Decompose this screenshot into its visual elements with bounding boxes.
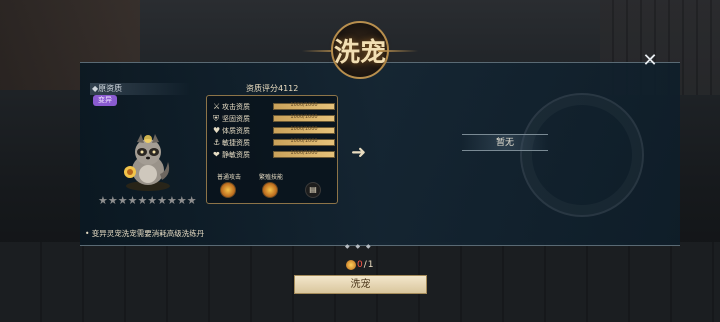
attribute-label: 敏捷资质: [222, 138, 250, 147]
attribute-row: ♥ 体质资质 1000/1000: [213, 125, 335, 136]
breeding-skill-label: 繁殖技能: [259, 174, 284, 181]
wash-pet-button[interactable]: 洗宠: [294, 275, 427, 294]
attribute-value: 1000/1000: [290, 126, 318, 132]
sword-icon: ⚔: [213, 101, 221, 111]
wash-pill-icon: [346, 260, 356, 270]
attribute-label: 静敏资质: [222, 150, 250, 159]
variant-badge: 变异: [93, 95, 117, 106]
hint-text: • 变异灵宠洗宠需要消耗高级洗练丹: [85, 229, 205, 238]
breeding-skill-icon[interactable]: [262, 182, 278, 198]
attribute-label: 坚固资质: [222, 114, 250, 123]
star-rating: ★★★★★★★★★★: [98, 194, 197, 207]
attribute-value: 1000/1000: [290, 150, 318, 156]
attribute-value: 1000/1000: [290, 114, 318, 120]
attribute-label: 体质资质: [222, 126, 250, 135]
cost-total: 1: [367, 260, 374, 270]
anchor-icon: ⚓: [213, 137, 221, 147]
shield-icon: ⛨: [213, 113, 219, 123]
aptitude-score: 资质评分4112: [246, 84, 299, 93]
attribute-label: 攻击资质: [222, 102, 250, 111]
attribute-box: ⚔ 攻击资质 1000/1000 ⛨ 坚固资质 1000/1000 ♥ 体质资质…: [206, 95, 338, 204]
attribute-value: 1000/1000: [290, 138, 318, 144]
heart-icon: ♥: [213, 125, 221, 135]
normal-attack-label: 普通攻击: [217, 174, 242, 181]
attribute-row: ⚔ 攻击资质 1000/1000: [213, 101, 335, 112]
attribute-value: 1000/1000: [290, 102, 318, 108]
result-placeholder: 暂无: [462, 134, 548, 151]
attribute-row: ⚓ 敏捷资质 1000/1000: [213, 137, 335, 148]
attribute-row: ⛨ 坚固资质 1000/1000: [213, 113, 335, 124]
skill-book-icon[interactable]: ▤: [305, 182, 321, 198]
title-seal: 洗宠: [302, 20, 418, 80]
origin-aptitude-label: ◆原资质: [90, 83, 190, 95]
title-wing-right: [378, 50, 418, 52]
cost-indicator: 0 / 1: [346, 260, 374, 270]
normal-attack-skill-icon[interactable]: [220, 182, 236, 198]
raccoon-pet-icon[interactable]: [118, 130, 178, 194]
cost-separator: /: [363, 260, 367, 270]
attribute-row: ❤ 静敏资质 1000/1000: [213, 149, 335, 160]
heart-shield-icon: ❤: [213, 149, 220, 159]
page-indicator-dots: ◆ ◆ ◆: [345, 243, 373, 250]
right-arrow-icon: ➜: [351, 142, 367, 163]
close-icon[interactable]: ✕: [641, 52, 659, 70]
cost-current: 0: [357, 260, 363, 270]
